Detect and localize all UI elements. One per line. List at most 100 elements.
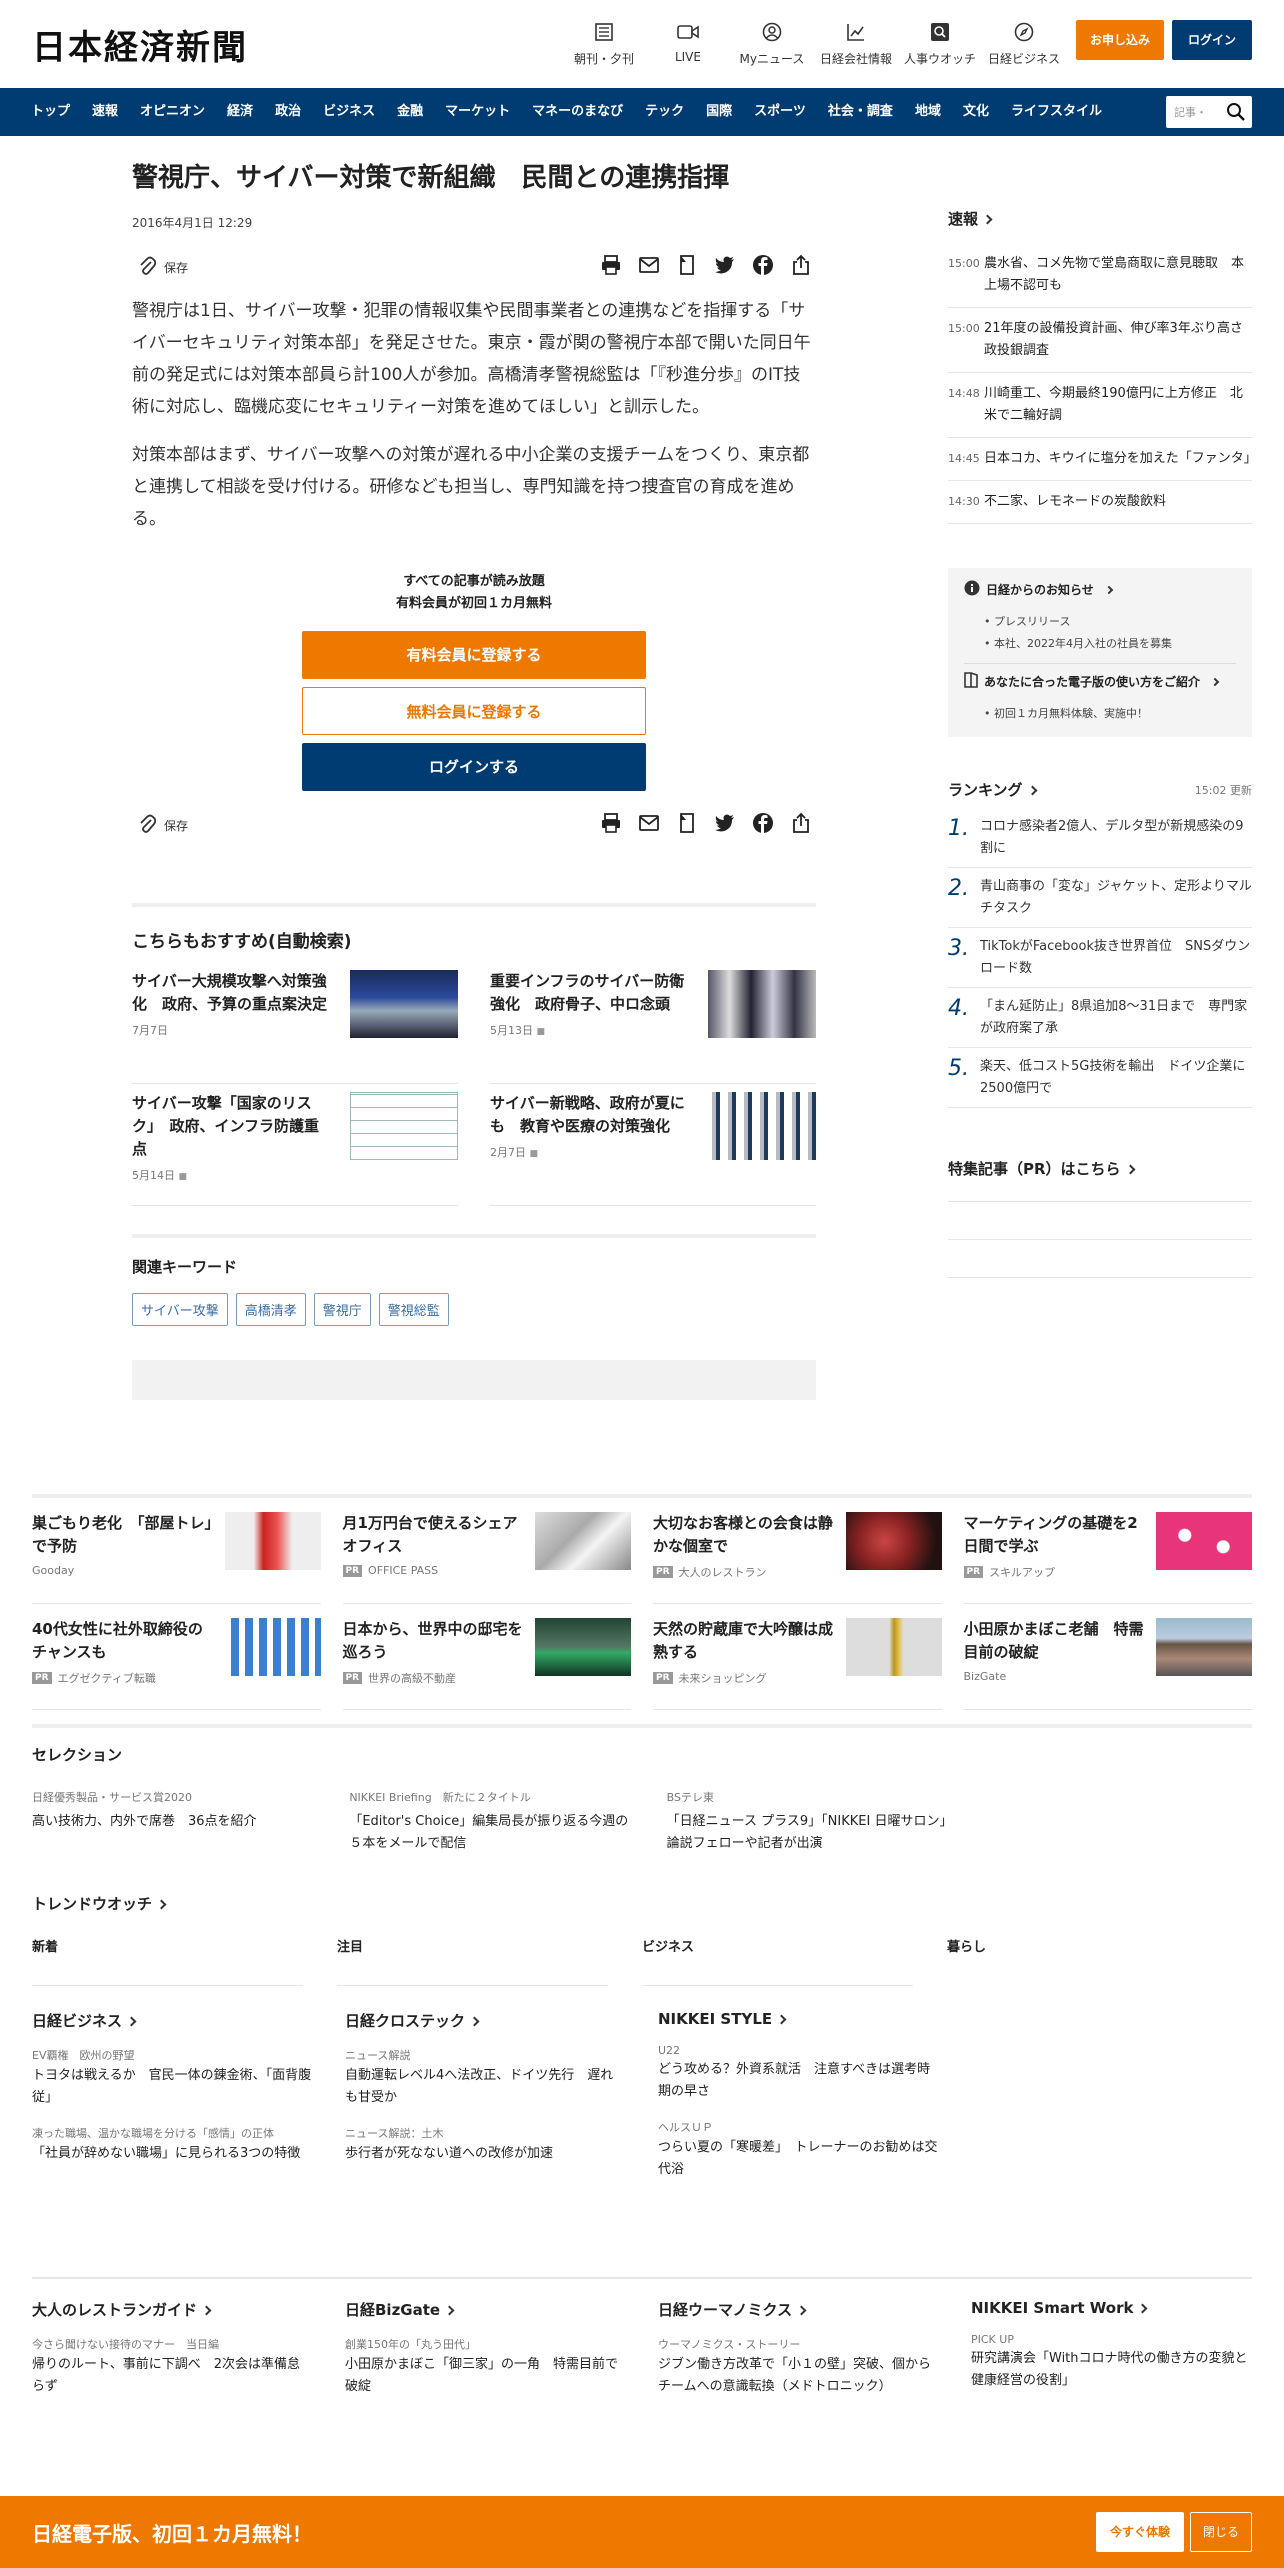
navbar-item-culture[interactable]: 文化 <box>952 88 1000 136</box>
selection-item[interactable]: 日経優秀製品・サービス賞2020 高い技術力、内外で席巻 36点を紹介 <box>32 1789 317 1855</box>
notice-item[interactable]: • 本社、2022年4月入社の社員を募集 <box>984 633 1236 655</box>
close-banner-button[interactable]: 閉じる <box>1189 2512 1252 2552</box>
trend-tab-business[interactable]: ビジネス <box>642 1936 913 1986</box>
nikkei-logo[interactable]: 日本経済新聞 <box>32 20 248 69</box>
media-heading[interactable]: NIKKEI STYLE <box>658 2010 939 2028</box>
ad-item[interactable]: 巣ごもり老化 「部屋トレ」で予防 Gooday <box>32 1498 321 1604</box>
navbar-item-top[interactable]: トップ <box>20 88 81 136</box>
navbar-item-market[interactable]: マーケット <box>434 88 521 136</box>
navbar-item-sports[interactable]: スポーツ <box>743 88 817 136</box>
ad-item[interactable]: 大切なお客様との会食は静かな個室で PR 大人のレストラン <box>653 1498 942 1604</box>
trend-tab-new[interactable]: 新着 <box>32 1936 303 1986</box>
twitter-icon[interactable] <box>714 812 736 838</box>
nav-personnel-watch[interactable]: 人事ウオッチ <box>898 20 982 67</box>
nav-morning-evening[interactable]: 朝刊・夕刊 <box>562 20 646 67</box>
nav-my-news[interactable]: Myニュース <box>730 20 814 67</box>
media-heading[interactable]: 日経BizGate <box>345 2299 626 2320</box>
search-input[interactable]: 記事・ <box>1166 96 1252 128</box>
media-item[interactable]: ニュース解説 自動運転レベル4へ法改正、ドイツ先行 遅れも甘受か <box>345 2047 626 2109</box>
facebook-icon[interactable] <box>752 254 774 280</box>
notice-heading[interactable]: 日経からのお知らせ <box>964 580 1236 599</box>
ranking-heading[interactable]: ランキング <box>948 779 1038 800</box>
ranking-item[interactable]: 5. 楽天、低コスト5G技術を輸出 ドイツ企業に2500億円で <box>948 1048 1252 1108</box>
navbar-item-tech[interactable]: テック <box>634 88 695 136</box>
news-item[interactable]: 15:00 農水省、コメ先物で堂島商取に意見聴取 本上場不認可も <box>948 243 1252 308</box>
share-icon[interactable] <box>790 812 812 838</box>
navbar-item-economy[interactable]: 経済 <box>216 88 264 136</box>
recommend-item[interactable]: サイバー新戦略、政府が夏にも 教育や医療の対策強化 2月7日 ■ <box>490 1084 816 1207</box>
media-item[interactable]: U22 どう攻める？外資系就活 注意すべきは選考時期の早さ <box>658 2044 939 2103</box>
ranking-item[interactable]: 2. 青山商事の「変な」ジャケット、定形よりマルチタスク <box>948 868 1252 928</box>
clip-icon[interactable] <box>676 254 698 280</box>
subscribe-button[interactable]: お申し込み <box>1075 20 1164 60</box>
sokuho-heading[interactable]: 速報 <box>948 208 1252 229</box>
mail-icon[interactable] <box>638 254 660 280</box>
navbar-item-business[interactable]: ビジネス <box>312 88 386 136</box>
nav-nikkei-business[interactable]: 日経ビジネス <box>982 20 1066 67</box>
ranking-item[interactable]: 1. コロナ感染者2億人、デルタ型が新規感染の9割に <box>948 808 1252 868</box>
ranking-item[interactable]: 3. TikTokがFacebook抜き世界首位 SNSダウンロード数 <box>948 928 1252 988</box>
navbar-item-region[interactable]: 地域 <box>904 88 952 136</box>
navbar-item-money[interactable]: マネーのまなび <box>521 88 634 136</box>
trend-tab-featured[interactable]: 注目 <box>337 1936 608 1986</box>
media-item[interactable]: EV覇権 欧州の野望 トヨタは戦えるか 官民一体の錬金術、「面背腹従」 <box>32 2047 313 2109</box>
news-item[interactable]: 14:45 日本コカ、キウイに塩分を加えた「ファンタ」 <box>948 438 1257 481</box>
clip-icon[interactable] <box>676 812 698 838</box>
media-item[interactable]: 凍った職場、温かな職場を分ける「感情」の正体 「社員が辞めない職場」に見られる3つ… <box>32 2125 313 2165</box>
print-icon[interactable] <box>600 254 622 280</box>
login-button[interactable]: ログイン <box>1171 20 1252 60</box>
guide-item[interactable]: • 初回１カ月無料体験、実施中！ <box>984 703 1236 725</box>
media-item[interactable]: 創業150年の「丸う田代」 小田原かまぼこ「御三家」の一角 特需目前で破綻 <box>345 2336 626 2398</box>
media-heading[interactable]: 日経クロステック <box>345 2010 626 2031</box>
try-now-button[interactable]: 今すぐ体験 <box>1095 2512 1184 2552</box>
free-register-button[interactable]: 無料会員に登録する <box>302 687 646 736</box>
news-item[interactable]: 15:00 21年度の設備投資計画、伸び率3年ぶり高さ 政投銀調査 <box>948 308 1256 373</box>
navbar-item-opinion[interactable]: オピニオン <box>129 88 216 136</box>
navbar-item-lifestyle[interactable]: ライフスタイル <box>1000 88 1113 136</box>
trend-heading[interactable]: トレンドウオッチ <box>32 1893 1252 1914</box>
nav-company-info[interactable]: 日経会社情報 <box>814 20 898 67</box>
keyword-tag[interactable]: 警視庁 <box>313 1293 371 1327</box>
ad-item[interactable]: 40代女性に社外取締役のチャンスも PR エグゼクティブ転職 <box>32 1604 321 1710</box>
navbar-item-breaking[interactable]: 速報 <box>81 88 129 136</box>
search-icon[interactable] <box>1226 102 1246 125</box>
media-item[interactable]: ニュース解説：土木 歩行者が死なない道への改修が加速 <box>345 2125 626 2165</box>
pr-heading[interactable]: 特集記事（PR）はこちら <box>948 1158 1252 1179</box>
keyword-tag[interactable]: 高橋清孝 <box>235 1293 306 1327</box>
facebook-icon[interactable] <box>752 812 774 838</box>
recommend-item[interactable]: サイバー大規模攻撃へ対策強化 政府、予算の重点案決定 7月7日 <box>132 962 458 1085</box>
navbar-item-society[interactable]: 社会・調査 <box>817 88 904 136</box>
paid-register-button[interactable]: 有料会員に登録する <box>302 631 646 680</box>
save-button[interactable]: 保存 <box>132 256 188 279</box>
nav-live[interactable]: LIVE <box>646 20 730 64</box>
media-item[interactable]: ヘルスＵＰ つらい夏の「寒暖差」 トレーナーのお勧めは交代浴 <box>658 2119 939 2181</box>
media-item[interactable]: PICK UP 研究講演会「Withコロナ時代の働き方の変貌と健康経営の役割」 <box>971 2333 1252 2392</box>
mail-icon[interactable] <box>638 812 660 838</box>
selection-item[interactable]: NIKKEI Briefing 新たに２タイトル 「Editor's Choice… <box>349 1789 634 1855</box>
navbar-item-finance[interactable]: 金融 <box>386 88 434 136</box>
ranking-item[interactable]: 4. 「まん延防止」8県追加8～31日まで 専門家が政府案了承 <box>948 988 1252 1048</box>
login-button[interactable]: ログインする <box>302 743 646 792</box>
news-item[interactable]: 14:30 不二家、レモネードの炭酸飲料 <box>948 481 1252 524</box>
media-heading[interactable]: NIKKEI Smart Work <box>971 2299 1252 2317</box>
keyword-tag[interactable]: サイバー攻撃 <box>132 1293 228 1327</box>
print-icon[interactable] <box>600 812 622 838</box>
ad-item[interactable]: 天然の貯蔵庫で大吟醸は成熟する PR 未来ショッピング <box>653 1604 942 1710</box>
keyword-tag[interactable]: 警視総監 <box>378 1293 449 1327</box>
ad-item[interactable]: 月1万円台で使えるシェアオフィス PR OFFICE PASS <box>342 1498 631 1604</box>
media-heading[interactable]: 日経ビジネス <box>32 2010 313 2031</box>
media-heading[interactable]: 日経ウーマノミクス <box>658 2299 939 2320</box>
save-button[interactable]: 保存 <box>132 814 188 837</box>
notice-item[interactable]: • プレスリリース <box>984 611 1236 633</box>
recommend-item[interactable]: 重要インフラのサイバー防衛強化 政府骨子、中ロ念頭 5月13日 ■ <box>490 962 816 1085</box>
share-icon[interactable] <box>790 254 812 280</box>
ad-item[interactable]: 小田原かまぼこ老舗 特需目前の破綻 BizGate <box>963 1604 1252 1710</box>
twitter-icon[interactable] <box>714 254 736 280</box>
ad-item[interactable]: マーケティングの基礎を2日間で学ぶ PR スキルアップ <box>963 1498 1252 1604</box>
trend-tab-living[interactable]: 暮らし <box>947 1936 1218 1986</box>
selection-item[interactable]: BSテレ東 「日経ニュース プラス9」「NIKKEI 日曜サロン」論説フェローや記… <box>667 1789 952 1855</box>
guide-heading[interactable]: あなたに合った電子版の使い方をご紹介 <box>964 672 1236 691</box>
media-heading[interactable]: 大人のレストランガイド <box>32 2299 313 2320</box>
news-item[interactable]: 14:48 川崎重工、今期最終190億円に上方修正 北米で二輪好調 <box>948 373 1252 438</box>
ad-item[interactable]: 日本から、世界中の邸宅を巡ろう PR 世界の高級不動産 <box>342 1604 631 1710</box>
